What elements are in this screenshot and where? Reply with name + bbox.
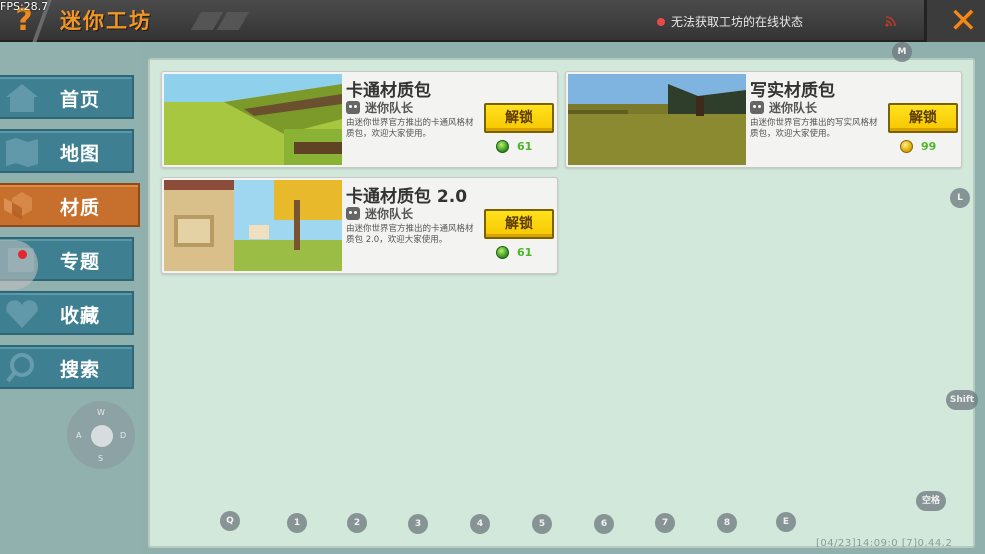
hotbar-slot-8[interactable]: 8 (717, 513, 737, 533)
material-thumbnail (164, 180, 342, 271)
material-list-panel: 卡通材质包 迷你队长 由迷你世界官方推出的卡通风格材质包，欢迎大家使用。 解锁 … (148, 58, 975, 548)
joystick-a-label: A (76, 431, 82, 440)
author-avatar-icon (346, 207, 360, 220)
card-description: 由迷你世界官方推出的卡通风格材质包，欢迎大家使用。 (346, 118, 474, 139)
material-card[interactable]: 卡通材质包 2.0 迷你队长 由迷你世界官方推出的卡通风格材质包 2.0，欢迎大… (161, 177, 558, 274)
card-title: 写实材质包 (750, 81, 835, 101)
hotbar-slot-3[interactable]: 3 (408, 514, 428, 534)
notification-dot (18, 250, 27, 259)
sidebar-item-label: 材质 (60, 197, 101, 219)
hotbar-slot-2[interactable]: 2 (347, 513, 367, 533)
card-description: 由迷你世界官方推出的卡通风格材质包 2.0，欢迎大家使用。 (346, 224, 474, 245)
sidebar-item-search[interactable]: 搜索 (0, 345, 134, 389)
online-status: 无法获取工坊的在线状态 (657, 13, 803, 30)
joystick-w-label: W (97, 408, 105, 417)
author-avatar-icon (346, 101, 360, 114)
hotbar-slot-6[interactable]: 6 (594, 514, 614, 534)
sidebar-item-home[interactable]: 首页 (0, 75, 134, 119)
card-price: 99 (900, 140, 936, 153)
sidebar-item-map[interactable]: 地图 (0, 129, 134, 173)
author-name: 迷你队长 (365, 207, 414, 221)
author-avatar-icon (750, 101, 764, 114)
gem-icon (496, 140, 509, 153)
key-hint-e[interactable]: E (776, 512, 796, 532)
hotbar-slot-5[interactable]: 5 (532, 514, 552, 534)
price-value: 61 (517, 140, 533, 153)
unlock-button[interactable]: 解锁 (484, 209, 554, 239)
joystick-knob[interactable] (91, 425, 113, 447)
hotbar-slot-4[interactable]: 4 (470, 514, 490, 534)
sidebar-item-label: 收藏 (60, 305, 101, 327)
key-hint-space[interactable]: 空格 (916, 491, 946, 511)
online-status-text: 无法获取工坊的在线状态 (671, 15, 804, 29)
search-icon (6, 353, 34, 383)
gold-coin-icon (900, 140, 913, 153)
joystick-s-label: S (98, 454, 104, 463)
home-icon (6, 84, 38, 112)
sidebar-item-label: 搜索 (60, 359, 101, 381)
page-title: 迷你工坊 (60, 9, 152, 33)
sidebar-item-material[interactable]: 材质 (0, 183, 140, 227)
unlock-button[interactable]: 解锁 (888, 103, 958, 133)
author-name: 迷你队长 (769, 101, 818, 115)
card-title: 卡通材质包 2.0 (346, 187, 468, 207)
card-author: 迷你队长 (346, 99, 413, 116)
sidebar-item-label: 专题 (60, 251, 101, 273)
material-card[interactable]: 卡通材质包 迷你队长 由迷你世界官方推出的卡通风格材质包，欢迎大家使用。 解锁 … (161, 71, 558, 168)
hotbar-slot-7[interactable]: 7 (655, 513, 675, 533)
decorative-stripes (190, 12, 256, 30)
sidebar-item-favorites[interactable]: 收藏 (0, 291, 134, 335)
debug-info: [04/23]14:09:0 [7]0.44.2 (816, 538, 953, 549)
fps-counter: FPS:28.7 (0, 0, 49, 13)
key-hint-m[interactable]: M (892, 42, 912, 62)
card-price: 61 (496, 140, 532, 153)
price-value: 61 (517, 246, 533, 259)
hotbar-slot-1[interactable]: 1 (287, 513, 307, 533)
key-hint-q[interactable]: Q (220, 511, 240, 531)
price-value: 99 (921, 140, 937, 153)
unlock-button[interactable]: 解锁 (484, 103, 554, 133)
status-dot (657, 18, 665, 26)
heart-icon (6, 300, 38, 328)
material-thumbnail (164, 74, 342, 165)
card-price: 61 (496, 246, 532, 259)
virtual-joystick[interactable]: W A D S (67, 401, 135, 469)
close-area: ✕ (924, 0, 985, 42)
material-card[interactable]: 写实材质包 迷你队长 由迷你世界官方推出的写实风格材质包，欢迎大家使用。 解锁 … (565, 71, 962, 168)
key-hint-shift[interactable]: Shift (946, 390, 978, 410)
card-title: 卡通材质包 (346, 81, 431, 101)
signal-icon (885, 16, 896, 27)
key-hint-l[interactable]: L (950, 188, 970, 208)
card-author: 迷你队长 (346, 205, 413, 222)
material-thumbnail (568, 74, 746, 165)
gem-icon (496, 246, 509, 259)
joystick-d-label: D (120, 431, 127, 440)
sidebar-item-label: 首页 (60, 89, 101, 111)
material-icon (4, 192, 32, 220)
card-author: 迷你队长 (750, 99, 817, 116)
map-icon (6, 138, 38, 167)
author-name: 迷你队长 (365, 101, 414, 115)
card-description: 由迷你世界官方推出的写实风格材质包，欢迎大家使用。 (750, 118, 878, 139)
sidebar-item-label: 地图 (60, 143, 101, 165)
close-icon[interactable]: ✕ (949, 1, 978, 41)
top-bar: ? 迷你工坊 无法获取工坊的在线状态 ✕ (0, 0, 985, 42)
sidebar: 首页 地图 材质 专题 收藏 搜索 W A D S (0, 42, 140, 554)
